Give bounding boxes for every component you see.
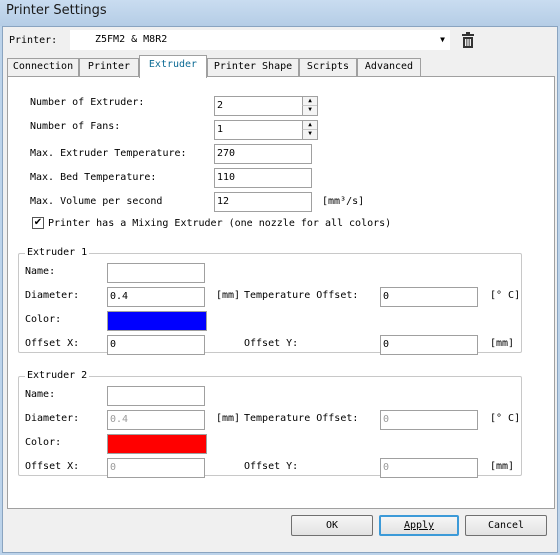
window-title: Printer Settings xyxy=(6,3,107,18)
chevron-down-icon[interactable]: ▼ xyxy=(440,35,445,44)
dialog-client: Printer: Z5FM2 & M8R2 ▼ Connection Print… xyxy=(2,26,558,553)
extruder-panel: Number of Extruder: 2 ▲ ▼ Number of Fans… xyxy=(7,76,555,509)
printer-label: Printer: xyxy=(9,35,58,46)
extruder-2-name-input[interactable] xyxy=(107,386,205,406)
cancel-button[interactable]: Cancel xyxy=(465,515,547,536)
num-extruders-label: Number of Extruder: xyxy=(30,97,145,108)
extruder-2-offset-y-label: Offset Y: xyxy=(244,461,299,472)
extruder-1-color-swatch[interactable] xyxy=(107,311,207,331)
printer-row: Printer: Z5FM2 & M8R2 ▼ xyxy=(3,27,557,53)
tab-scripts[interactable]: Scripts xyxy=(299,58,357,77)
extruder-2-diameter-unit: [mm] xyxy=(216,413,241,424)
extruder-2-offset-x-input[interactable]: 0 xyxy=(107,458,205,478)
extruder-1-offset-y-label: Offset Y: xyxy=(244,338,299,349)
num-fans-label: Number of Fans: xyxy=(30,121,121,132)
tab-advanced[interactable]: Advanced xyxy=(357,58,421,77)
extruder-2-name-label: Name: xyxy=(25,389,56,400)
trash-icon[interactable] xyxy=(460,32,476,49)
extruder-2-temp-offset-value: 0 xyxy=(383,414,390,425)
tab-label: Printer Shape xyxy=(213,61,293,72)
max-volume-value: 12 xyxy=(217,196,230,207)
extruder-1-diameter-unit: [mm] xyxy=(216,290,241,301)
max-volume-unit: [mm³/s] xyxy=(322,196,365,207)
title-bar: Printer Settings xyxy=(0,0,560,26)
tab-label: Advanced xyxy=(364,61,414,72)
extruder-1-offset-unit: [mm] xyxy=(490,338,515,349)
extruder-2-offset-x-value: 0 xyxy=(110,462,117,473)
num-fans-value: 1 xyxy=(217,124,224,135)
extruder-1-name-label: Name: xyxy=(25,266,56,277)
tab-printer[interactable]: Printer xyxy=(79,58,139,77)
extruder-1-name-input[interactable] xyxy=(107,263,205,283)
tab-extruder[interactable]: Extruder xyxy=(139,55,207,78)
extruder-1-offset-x-value: 0 xyxy=(110,339,117,350)
extruder-2-diameter-input[interactable]: 0.4 xyxy=(107,410,205,430)
extruder-2-diameter-value: 0.4 xyxy=(110,414,129,425)
max-extruder-temp-label: Max. Extruder Temperature: xyxy=(30,148,187,159)
max-extruder-temp-input[interactable]: 270 xyxy=(214,144,312,164)
extruder-2-offset-y-input[interactable]: 0 xyxy=(380,458,478,478)
max-volume-input[interactable]: 12 xyxy=(214,192,312,212)
ok-label: OK xyxy=(325,520,339,531)
extruder-2-offset-x-label: Offset X: xyxy=(25,461,80,472)
printer-select-value: Z5FM2 & M8R2 xyxy=(95,34,168,45)
tab-printer-shape[interactable]: Printer Shape xyxy=(207,58,299,77)
spin-down-button[interactable]: ▼ xyxy=(302,130,317,139)
extruder-2-temp-offset-label: Temperature Offset: xyxy=(244,413,359,424)
mixing-extruder-label: Printer has a Mixing Extruder (one nozzl… xyxy=(48,218,392,229)
extruder-2-offset-unit: [mm] xyxy=(490,461,515,472)
max-bed-temp-value: 110 xyxy=(217,172,236,183)
num-extruders-spinner[interactable]: 2 ▲ ▼ xyxy=(214,96,318,116)
extruder-1-diameter-label: Diameter: xyxy=(25,290,80,301)
extruder-1-temp-offset-input[interactable]: 0 xyxy=(380,287,478,307)
apply-label: Apply xyxy=(403,520,435,531)
extruder-2-title: Extruder 2 xyxy=(25,370,90,381)
max-bed-temp-input[interactable]: 110 xyxy=(214,168,312,188)
cancel-label: Cancel xyxy=(487,520,525,531)
tab-label: Connection xyxy=(12,61,74,72)
max-volume-label: Max. Volume per second xyxy=(30,196,163,207)
extruder-1-offset-x-input[interactable]: 0 xyxy=(107,335,205,355)
extruder-1-diameter-value: 0.4 xyxy=(110,291,129,302)
extruder-1-offset-y-input[interactable]: 0 xyxy=(380,335,478,355)
spin-down-button[interactable]: ▼ xyxy=(302,106,317,115)
ok-button[interactable]: OK xyxy=(291,515,373,536)
extruder-1-temp-offset-value: 0 xyxy=(383,291,390,302)
num-extruders-value: 2 xyxy=(217,100,224,111)
tab-label: Scripts xyxy=(306,61,350,72)
apply-button[interactable]: Apply xyxy=(379,515,459,536)
tab-label: Extruder xyxy=(148,59,198,70)
extruder-1-offset-y-value: 0 xyxy=(383,339,390,350)
extruder-2-color-label: Color: xyxy=(25,437,62,448)
printer-select[interactable]: Z5FM2 & M8R2 ▼ xyxy=(70,30,450,50)
extruder-2-diameter-label: Diameter: xyxy=(25,413,80,424)
spin-up-button[interactable]: ▲ xyxy=(302,97,317,106)
extruder-1-temp-unit: [° C] xyxy=(490,290,521,301)
extruder-2-offset-y-value: 0 xyxy=(383,462,390,473)
extruder-1-temp-offset-label: Temperature Offset: xyxy=(244,290,359,301)
extruder-1-title: Extruder 1 xyxy=(25,247,90,258)
extruder-1-diameter-input[interactable]: 0.4 xyxy=(107,287,205,307)
tab-connection[interactable]: Connection xyxy=(7,58,79,77)
extruder-2-color-swatch[interactable] xyxy=(107,434,207,454)
max-bed-temp-label: Max. Bed Temperature: xyxy=(30,172,157,183)
extruder-1-offset-x-label: Offset X: xyxy=(25,338,80,349)
extruder-2-temp-unit: [° C] xyxy=(490,413,521,424)
extruder-2-temp-offset-input[interactable]: 0 xyxy=(380,410,478,430)
tab-label: Printer xyxy=(87,61,131,72)
num-fans-spinner[interactable]: 1 ▲ ▼ xyxy=(214,120,318,140)
max-extruder-temp-value: 270 xyxy=(217,148,236,159)
mixing-extruder-checkbox[interactable]: ✔ xyxy=(32,217,44,229)
extruder-1-color-label: Color: xyxy=(25,314,62,325)
spin-up-button[interactable]: ▲ xyxy=(302,121,317,130)
